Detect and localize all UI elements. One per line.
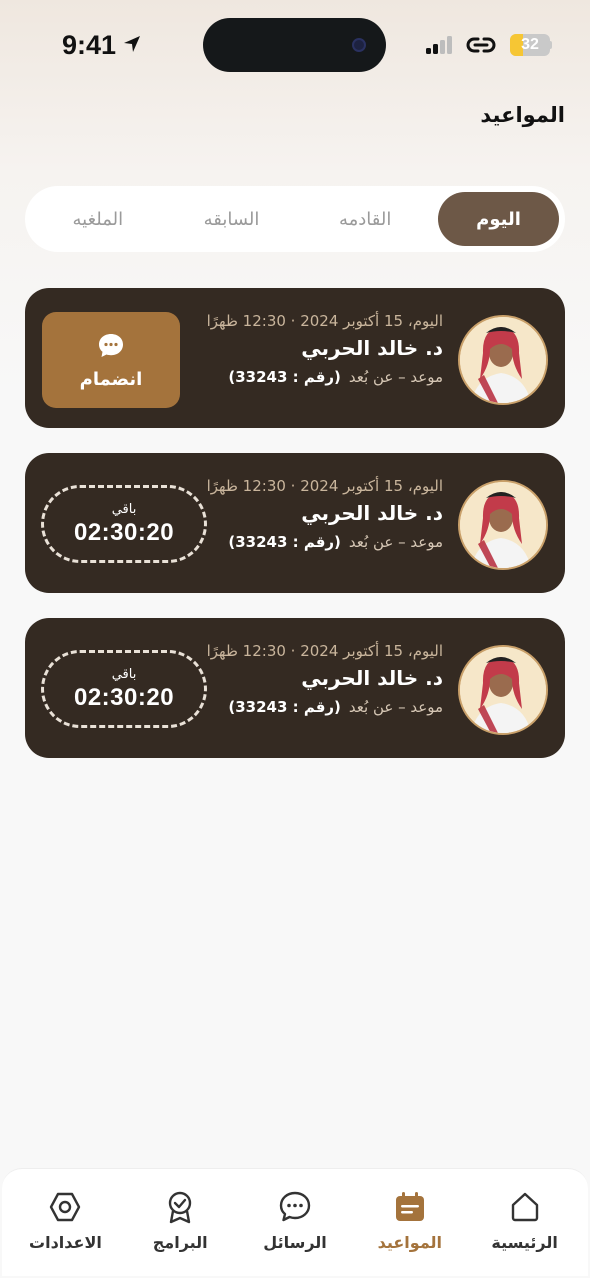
appointment-number: (رقم : 33243) (228, 698, 341, 716)
doctor-name: د. خالد الحربي (301, 336, 443, 360)
appointments-tabs: اليوم القادمه السابقه الملغيه (25, 186, 565, 252)
badge-icon (169, 1191, 192, 1224)
camera-dot (352, 38, 366, 52)
doctor-avatar (458, 315, 548, 405)
doctor-photo-icon (460, 482, 546, 568)
bottom-nav: الرئيسية المواعيد الرسائل البرامج الاعدا… (2, 1168, 588, 1276)
home-icon (511, 1192, 538, 1222)
signal-icon (426, 36, 454, 54)
join-button-label: انضمام (79, 368, 143, 390)
chat-icon (279, 1191, 311, 1222)
appointment-meta: موعد – عن بُعد (رقم : 33243) (207, 698, 443, 716)
battery-level: 32 (521, 36, 539, 53)
doctor-avatar (458, 645, 548, 735)
status-bar: 9:41 32 (0, 0, 590, 90)
countdown-value: 02:30:20 (73, 683, 175, 711)
appointment-info: اليوم، 15 أكتوبر 2024 · 12:30 ظهرًا د. خ… (207, 642, 443, 716)
appointment-number: (رقم : 33243) (228, 533, 341, 551)
appointment-card[interactable]: اليوم، 15 أكتوبر 2024 · 12:30 ظهرًا د. خ… (25, 453, 565, 593)
chat-bubble-icon (99, 333, 123, 357)
appointment-type: موعد – عن بُعد (348, 533, 443, 551)
nav-programs-label: البرامج (152, 1233, 208, 1252)
countdown-value: 02:30:20 (73, 518, 175, 546)
appointment-info: اليوم، 15 أكتوبر 2024 · 12:30 ظهرًا د. خ… (207, 477, 443, 551)
dynamic-island (203, 18, 386, 72)
countdown-label: باقي (111, 501, 137, 517)
doctor-photo-icon (460, 317, 546, 403)
join-button[interactable]: انضمام (42, 312, 180, 408)
tab-cancelled[interactable]: الملغيه (31, 192, 165, 246)
nav-messages[interactable]: الرسائل (240, 1169, 350, 1276)
doctor-name: د. خالد الحربي (301, 501, 443, 525)
appointment-type: موعد – عن بُعد (348, 368, 443, 386)
settings-icon (50, 1192, 81, 1222)
countdown-timer: باقي 02:30:20 (41, 485, 207, 563)
status-time: 9:41 (62, 30, 117, 60)
appointment-meta: موعد – عن بُعد (رقم : 33243) (207, 368, 443, 386)
appointment-number: (رقم : 33243) (228, 368, 341, 386)
appointment-date: اليوم، 15 أكتوبر 2024 · 12:30 ظهرًا (206, 477, 443, 495)
personal-hotspot-icon (466, 37, 496, 53)
nav-home-label: الرئيسية (491, 1233, 558, 1252)
nav-programs[interactable]: البرامج (125, 1169, 235, 1276)
nav-messages-label: الرسائل (263, 1233, 327, 1252)
appointment-date: اليوم، 15 أكتوبر 2024 · 12:30 ظهرًا (206, 642, 443, 660)
doctor-name: د. خالد الحربي (301, 666, 443, 690)
nav-home[interactable]: الرئيسية (470, 1169, 580, 1276)
countdown-timer: باقي 02:30:20 (41, 650, 207, 728)
tab-today[interactable]: اليوم (438, 192, 559, 246)
page-title: المواعيد (480, 103, 565, 127)
appointment-info: اليوم، 15 أكتوبر 2024 · 12:30 ظهرًا د. خ… (207, 312, 443, 386)
countdown-label: باقي (111, 666, 137, 682)
appointment-type: موعد – عن بُعد (348, 698, 443, 716)
doctor-avatar (458, 480, 548, 570)
nav-appointments-label: المواعيد (377, 1233, 443, 1252)
calendar-icon (395, 1192, 424, 1221)
appointment-meta: موعد – عن بُعد (رقم : 33243) (207, 533, 443, 551)
location-arrow-icon (124, 36, 140, 52)
nav-settings-label: الاعدادات (29, 1233, 102, 1252)
doctor-photo-icon (460, 647, 546, 733)
battery-icon: 32 (510, 34, 550, 56)
appointment-card[interactable]: اليوم، 15 أكتوبر 2024 · 12:30 ظهرًا د. خ… (25, 618, 565, 758)
appointment-date: اليوم، 15 أكتوبر 2024 · 12:30 ظهرًا (206, 312, 443, 330)
nav-settings[interactable]: الاعدادات (10, 1169, 120, 1276)
nav-appointments[interactable]: المواعيد (355, 1169, 465, 1276)
tab-previous[interactable]: السابقه (165, 192, 299, 246)
appointment-card[interactable]: اليوم، 15 أكتوبر 2024 · 12:30 ظهرًا د. خ… (25, 288, 565, 428)
battery-cap (549, 41, 552, 49)
tab-upcoming[interactable]: القادمه (298, 192, 432, 246)
